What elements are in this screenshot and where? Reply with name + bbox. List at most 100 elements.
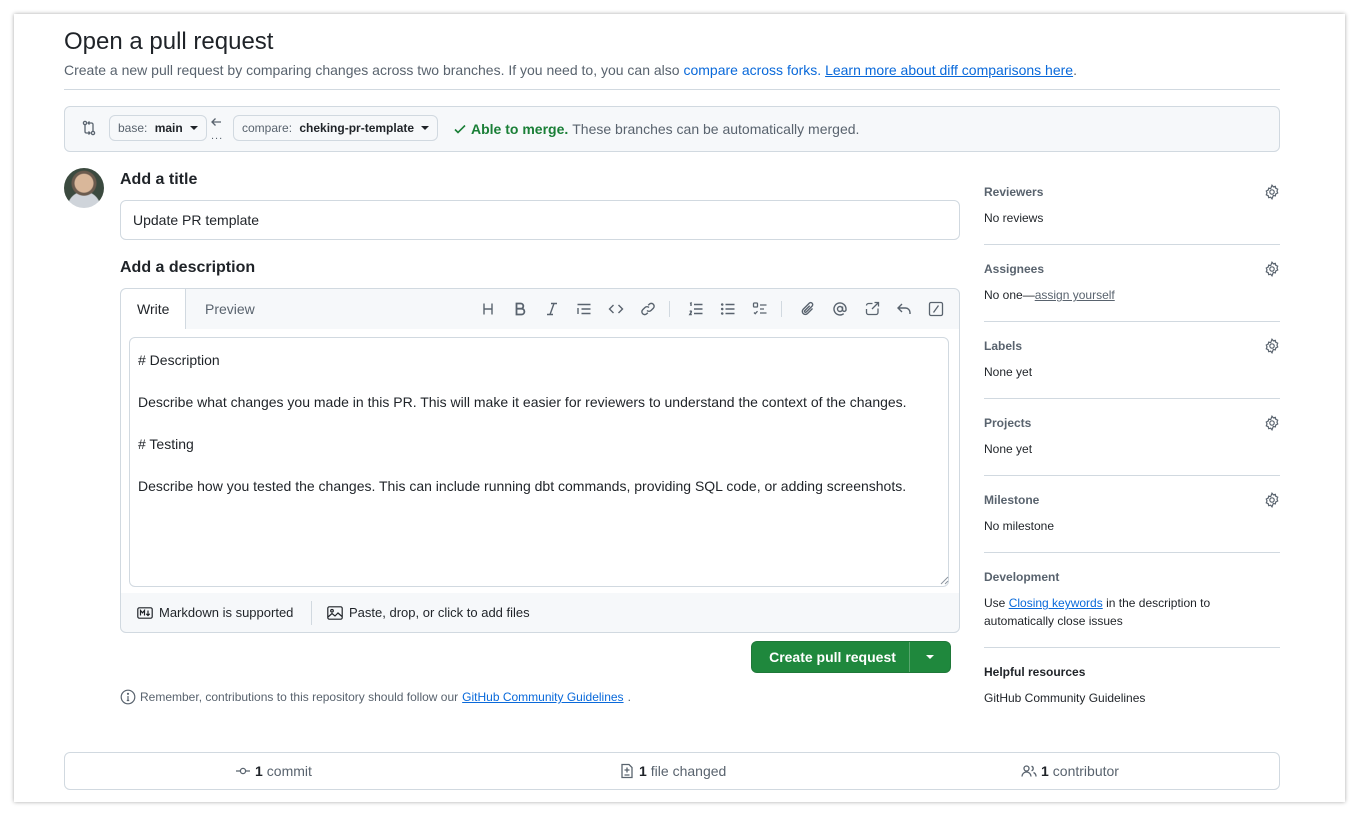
gear-icon[interactable] (1264, 492, 1280, 513)
milestone-label: Milestone (984, 493, 1040, 507)
merge-text: These branches can be automatically merg… (572, 121, 860, 137)
link-icon[interactable] (637, 298, 659, 320)
assign-yourself-link[interactable]: assign yourself (1035, 288, 1115, 302)
milestone-value: No milestone (984, 519, 1055, 533)
labels-value: None yet (984, 365, 1033, 379)
base-branch-name: main (154, 121, 183, 135)
helpful-resources-label: Helpful resources (984, 665, 1086, 679)
slash-commands-icon[interactable] (925, 298, 947, 320)
sidebar-divider (984, 552, 1280, 553)
attach-note: Paste, drop, or click to add files (349, 605, 530, 620)
gear-icon[interactable] (1264, 415, 1280, 436)
tab-write[interactable]: Write (121, 289, 187, 329)
italic-icon[interactable] (541, 298, 563, 320)
cross-reference-icon[interactable] (861, 298, 883, 320)
reviewers-label: Reviewers (984, 185, 1044, 199)
info-icon (120, 689, 136, 705)
range-dots: ... (211, 130, 224, 142)
gear-icon[interactable] (1264, 184, 1280, 205)
arrow-left-icon (210, 116, 222, 128)
tab-preview[interactable]: Preview (189, 289, 271, 329)
gear-icon[interactable] (1264, 261, 1280, 282)
development-pre: Use (984, 596, 1006, 610)
development-label: Development (984, 570, 1060, 584)
heading-icon[interactable] (477, 298, 499, 320)
helpful-guidelines-link[interactable]: GitHub Community Guidelines (984, 691, 1145, 705)
title-label: Add a title (120, 171, 198, 188)
create-pull-request-button[interactable]: Create pull request (751, 641, 951, 673)
closing-keywords-link[interactable]: Closing keywords (1009, 596, 1103, 610)
bold-icon[interactable] (509, 298, 531, 320)
editor-body: # Description Describe what changes you … (121, 329, 959, 593)
development-post: in the description to (1106, 596, 1211, 610)
markdown-supported-link[interactable]: Markdown is supported (137, 593, 293, 632)
sidebar-divider (984, 398, 1280, 399)
sidebar-divider (984, 647, 1280, 648)
merge-ok-text: Able to merge. (471, 121, 569, 137)
description-textarea[interactable]: # Description Describe what changes you … (129, 337, 949, 587)
assignees-label: Assignees (984, 262, 1045, 276)
compare-branch-name: cheking-pr-template (299, 121, 415, 135)
check-icon (453, 122, 467, 136)
contributors-label: contributor (1052, 763, 1119, 779)
base-label: base: (118, 121, 148, 135)
branch-range-bar: base: main ... compare: cheking-pr-templ… (64, 106, 1280, 152)
reply-icon[interactable] (893, 298, 915, 320)
quote-icon[interactable] (573, 298, 595, 320)
markdown-icon (137, 606, 153, 619)
merge-status: Able to merge. These branches can be aut… (453, 121, 859, 137)
mention-icon[interactable] (829, 298, 851, 320)
people-icon (1021, 763, 1037, 779)
divider (64, 89, 1280, 90)
footer-divider (311, 601, 312, 625)
description-editor: Write Preview # Description Describe wha… (120, 288, 960, 633)
editor-footer: Markdown is supported Paste, drop, or cl… (121, 593, 959, 632)
files-label: file changed (650, 763, 727, 779)
assignees-none: No one— (984, 288, 1035, 302)
compare-branch-select[interactable]: compare: cheking-pr-template (233, 115, 439, 141)
page-subtitle: Create a new pull request by comparing c… (64, 62, 1077, 78)
pr-stats-bar: 1 commit 1 file changed 1 contributor (64, 752, 1280, 790)
files-changed-stat[interactable]: 1 file changed (619, 753, 726, 789)
labels-label: Labels (984, 339, 1023, 353)
contributors-stat[interactable]: 1 contributor (1021, 753, 1119, 789)
code-icon[interactable] (605, 298, 627, 320)
markdown-note: Markdown is supported (159, 605, 294, 620)
title-input[interactable] (120, 200, 960, 240)
sidebar-divider (984, 244, 1280, 245)
description-label: Add a description (120, 259, 256, 276)
git-compare-icon (81, 120, 97, 136)
commit-icon (235, 763, 251, 779)
commits-label: commit (266, 763, 312, 779)
commits-stat[interactable]: 1 commit (235, 753, 312, 789)
resize-handle-icon[interactable] (939, 575, 949, 585)
unordered-list-icon[interactable] (717, 298, 739, 320)
gear-icon[interactable] (1264, 338, 1280, 359)
contributors-count: 1 (1041, 763, 1049, 779)
attach-files-button[interactable]: Paste, drop, or click to add files (327, 593, 530, 632)
file-diff-icon (619, 763, 635, 779)
task-list-icon[interactable] (749, 298, 771, 320)
development-text: Use Closing keywords in the description … (984, 594, 1210, 630)
caret-down-icon (421, 126, 430, 130)
attach-icon[interactable] (797, 298, 819, 320)
numbered-list-icon[interactable] (685, 298, 707, 320)
toolbar-divider (781, 301, 782, 317)
commits-count: 1 (255, 763, 263, 779)
base-branch-select[interactable]: base: main (109, 115, 207, 141)
sidebar-divider (984, 321, 1280, 322)
page-frame: Open a pull request Create a new pull re… (14, 14, 1345, 802)
reminder-text: Remember, contributions to this reposito… (140, 690, 459, 704)
guidelines-reminder: Remember, contributions to this reposito… (120, 689, 631, 705)
files-count: 1 (639, 763, 647, 779)
create-options-dropdown[interactable] (910, 655, 950, 659)
community-guidelines-link[interactable]: GitHub Community Guidelines (462, 690, 623, 704)
subtitle-text: Create a new pull request by comparing c… (64, 62, 680, 78)
reminder-end: . (627, 690, 631, 704)
image-icon (327, 605, 343, 620)
learn-more-link[interactable]: Learn more about diff comparisons here (825, 62, 1073, 78)
create-pull-request-label: Create pull request (769, 649, 896, 665)
projects-value: None yet (984, 442, 1033, 456)
development-line2: automatically close issues (984, 614, 1123, 628)
compare-forks-link[interactable]: compare across forks. (683, 62, 821, 78)
